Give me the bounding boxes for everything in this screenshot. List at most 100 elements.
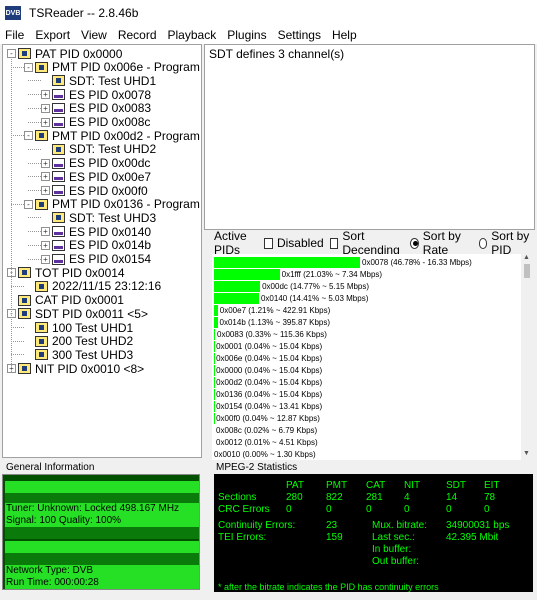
tree-connector bbox=[28, 148, 41, 150]
pid-rate-row[interactable]: 0x00dc (14.77% ~ 5.15 Mbps) bbox=[214, 280, 369, 292]
menu-bar: File Export View Record Playback Plugins… bbox=[0, 26, 537, 44]
tree-node[interactable]: + ES PID 0x0154 bbox=[41, 252, 151, 266]
pid-rate-row[interactable]: 0x0000 (0.04% ~ 15.04 Kbps) bbox=[214, 364, 322, 376]
expand-icon[interactable]: + bbox=[41, 90, 50, 100]
expand-icon[interactable]: + bbox=[41, 186, 50, 195]
tree-node[interactable]: - PAT PID 0x0000 bbox=[7, 47, 122, 61]
menu-playback[interactable]: Playback bbox=[168, 28, 217, 42]
tei-label: TEI Errors: bbox=[218, 532, 267, 543]
pid-tree[interactable]: - PAT PID 0x0000- PMT PID 0x006e - Program… bbox=[2, 44, 202, 458]
scroll-down-icon[interactable]: ▼ bbox=[523, 450, 530, 457]
pid-rate-row[interactable]: 0x0078 (46.78% - 16.33 Mbps) bbox=[214, 256, 472, 268]
tree-node-label: TOT PID 0x0014 bbox=[35, 265, 125, 280]
tree-connector bbox=[11, 354, 24, 356]
expand-icon[interactable]: + bbox=[41, 240, 50, 250]
tree-node[interactable]: - SDT PID 0x0011 <5> bbox=[7, 307, 148, 321]
app-icon: DVB bbox=[5, 6, 21, 20]
pid-rate-row[interactable]: 0x0001 (0.04% ~ 15.04 Kbps) bbox=[214, 340, 322, 352]
tree-node[interactable]: + ES PID 0x008c bbox=[41, 115, 150, 129]
scroll-thumb[interactable] bbox=[524, 264, 530, 278]
title-bar: DVB TSReader -- 2.8.46b bbox=[0, 0, 537, 26]
tree-node[interactable]: + ES PID 0x00e7 bbox=[41, 170, 151, 184]
tree-node-label: SDT: Test UHD3 bbox=[69, 210, 157, 225]
hdr-pat: PAT bbox=[286, 480, 304, 491]
pid-rate-bar bbox=[214, 328, 216, 340]
expand-icon[interactable]: + bbox=[41, 254, 50, 264]
menu-record[interactable]: Record bbox=[118, 28, 157, 42]
active-pids-label: Active PIDs bbox=[214, 229, 247, 257]
menu-plugins[interactable]: Plugins bbox=[227, 28, 266, 42]
tree-node[interactable]: + ES PID 0x00f0 bbox=[41, 184, 148, 198]
tree-node[interactable]: 2022/11/15 23:12:16 bbox=[24, 279, 161, 293]
table-icon bbox=[18, 267, 31, 279]
tree-node[interactable]: + ES PID 0x0078 bbox=[41, 88, 151, 102]
sort-descending-checkbox[interactable] bbox=[329, 237, 339, 249]
pid-rate-row[interactable]: 0x0136 (0.04% ~ 15.04 Kbps) bbox=[214, 388, 322, 400]
disabled-checkbox[interactable] bbox=[264, 237, 273, 249]
active-pid-list[interactable]: 0x0078 (46.78% - 16.33 Mbps) 0x1fff (21.0… bbox=[212, 254, 521, 460]
tree-node[interactable]: SDT: Test UHD3 bbox=[41, 210, 157, 225]
pid-rate-row[interactable]: 0x1fff (21.03% ~ 7.34 Mbps) bbox=[214, 268, 382, 280]
expand-icon[interactable]: + bbox=[41, 227, 50, 237]
tree-node[interactable]: SDT: Test UHD1 bbox=[41, 74, 156, 88]
pid-list-scrollbar[interactable]: ▲ ▼ bbox=[521, 254, 533, 460]
tree-node[interactable]: + ES PID 0x014b bbox=[41, 238, 151, 252]
tree-connector bbox=[28, 231, 41, 233]
tree-connector bbox=[11, 66, 24, 68]
sections-sdt: 14 bbox=[446, 492, 458, 503]
tree-node[interactable]: 100 Test UHD1 bbox=[24, 321, 133, 335]
scroll-up-icon[interactable]: ▲ bbox=[523, 254, 530, 261]
pid-rate-row[interactable]: 0x0140 (14.41% ~ 5.03 Mbps) bbox=[214, 292, 368, 304]
expand-icon[interactable]: + bbox=[41, 172, 50, 182]
menu-view[interactable]: View bbox=[81, 28, 107, 42]
tree-node[interactable]: - PMT PID 0x00d2 - Program 200 bbox=[24, 129, 201, 143]
tree-node[interactable]: 200 Test UHD2 bbox=[24, 334, 133, 348]
tree-node[interactable]: + ES PID 0x0140 bbox=[41, 225, 151, 239]
tree-node[interactable]: + ES PID 0x00dc bbox=[41, 156, 150, 170]
collapse-icon[interactable]: - bbox=[24, 199, 33, 209]
expand-icon[interactable]: + bbox=[41, 158, 50, 168]
tree-node[interactable]: SDT: Test UHD2 bbox=[41, 142, 156, 156]
pid-rate-row[interactable]: 0x00e7 (1.21% ~ 422.91 Kbps) bbox=[214, 304, 330, 316]
sort-by-pid-radio[interactable] bbox=[478, 237, 488, 249]
general-info-title: General Information bbox=[6, 462, 95, 473]
tree-node-label: PMT PID 0x006e - Program 100 bbox=[52, 60, 201, 75]
last-sec-label: Last sec.: bbox=[372, 532, 415, 543]
pid-rate-row[interactable]: 0x00d2 (0.04% ~ 15.04 Kbps) bbox=[214, 376, 322, 388]
tree-node[interactable]: + ES PID 0x0083 bbox=[41, 101, 151, 115]
tree-node[interactable]: - PMT PID 0x0136 - Program 300 bbox=[24, 197, 201, 211]
tree-node[interactable]: - TOT PID 0x0014 bbox=[7, 265, 125, 280]
pid-rate-row[interactable]: 0x014b (1.13% ~ 395.87 Kbps) bbox=[214, 316, 330, 328]
tuner-status: Tuner: Unknown: Locked 498.167 MHz bbox=[5, 503, 199, 515]
tree-node[interactable]: - PMT PID 0x006e - Program 100 bbox=[24, 60, 201, 75]
pid-rate-row[interactable]: 0x006e (0.04% ~ 15.04 Kbps) bbox=[214, 352, 322, 364]
sort-by-rate-radio[interactable] bbox=[410, 237, 419, 249]
pid-rate-row[interactable]: 0x00f0 (0.04% ~ 12.87 Kbps) bbox=[214, 412, 320, 424]
sections-nit: 4 bbox=[404, 492, 410, 503]
tree-connector bbox=[11, 57, 12, 373]
collapse-icon[interactable]: - bbox=[24, 131, 33, 141]
pid-rate-label: 0x0012 (0.01% ~ 4.51 Kbps) bbox=[216, 437, 318, 447]
menu-export[interactable]: Export bbox=[35, 28, 70, 42]
sort-descending-label: Sort Decending bbox=[342, 229, 400, 257]
menu-settings[interactable]: Settings bbox=[278, 28, 321, 42]
last-sec-value: 42.395 Mbit bbox=[446, 532, 499, 543]
table-icon bbox=[35, 335, 48, 347]
tree-connector bbox=[28, 107, 41, 109]
tree-node[interactable]: + NIT PID 0x0010 <8> bbox=[7, 362, 144, 376]
tree-node[interactable]: CAT PID 0x0001 bbox=[7, 293, 124, 307]
tree-node[interactable]: 300 Test UHD3 bbox=[24, 348, 133, 362]
pid-rate-label: 0x0001 (0.04% ~ 15.04 Kbps) bbox=[216, 341, 323, 351]
menu-help[interactable]: Help bbox=[332, 28, 357, 42]
menu-file[interactable]: File bbox=[5, 28, 24, 42]
pid-rate-row[interactable]: 0x0083 (0.33% ~ 115.36 Kbps) bbox=[214, 328, 327, 340]
collapse-icon[interactable]: - bbox=[24, 62, 33, 72]
pid-rate-row[interactable]: 0x0012 (0.01% ~ 4.51 Kbps) bbox=[214, 436, 318, 448]
pid-rate-row[interactable]: 0x0010 (0.00% ~ 1.30 Kbps) bbox=[214, 448, 316, 460]
pid-rate-row[interactable]: 0x008c (0.02% ~ 6.79 Kbps) bbox=[214, 424, 317, 436]
sections-pat: 280 bbox=[286, 492, 303, 503]
expand-icon[interactable]: + bbox=[41, 117, 50, 127]
expand-icon[interactable]: + bbox=[41, 103, 50, 113]
tree-connector bbox=[28, 94, 41, 96]
pid-rate-row[interactable]: 0x0154 (0.04% ~ 13.41 Kbps) bbox=[214, 400, 322, 412]
